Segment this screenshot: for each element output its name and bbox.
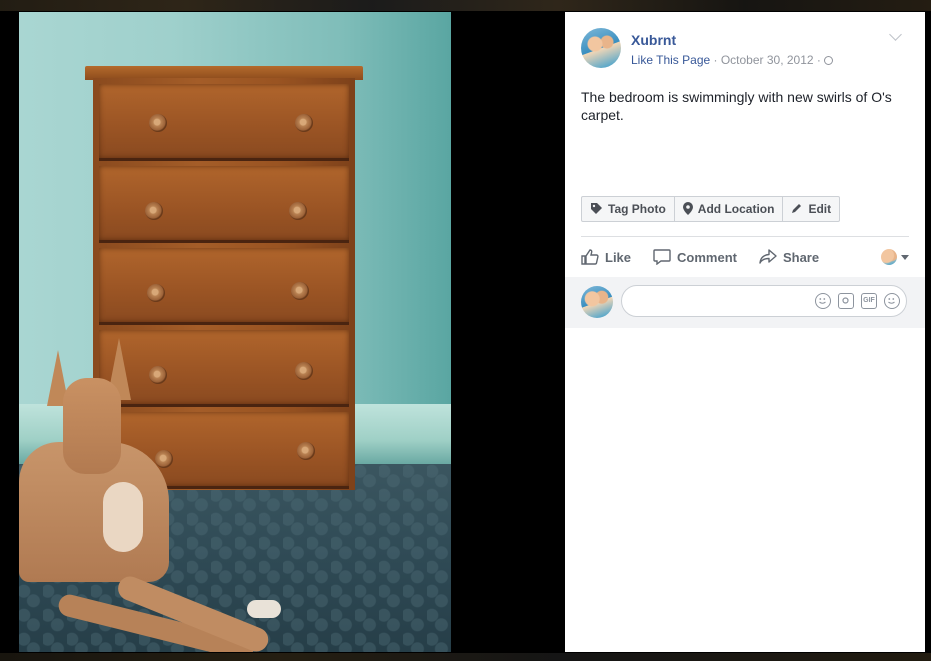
like-button[interactable]: Like: [581, 249, 631, 265]
tag-photo-button[interactable]: Tag Photo: [582, 197, 675, 221]
emoji-icon[interactable]: [815, 293, 831, 309]
photo-dog-head: [63, 378, 121, 474]
actor-selector[interactable]: [881, 249, 909, 265]
comment-composer: GIF: [565, 277, 925, 328]
thumbs-up-icon: [581, 249, 599, 265]
meta-separator: ·: [813, 53, 825, 67]
photo-dresser: [93, 78, 355, 490]
photo-dog-paw: [247, 600, 281, 618]
background-strip-bottom: [0, 653, 931, 661]
meta-separator: ·: [710, 53, 721, 67]
photo-dog-chest: [103, 482, 143, 552]
post-meta: Like This Page · October 30, 2012 ·: [631, 53, 834, 67]
share-label: Share: [782, 249, 820, 265]
edit-label: Edit: [808, 202, 832, 216]
share-button[interactable]: Share: [759, 249, 819, 265]
photo-drawer: [99, 166, 349, 243]
comment-tools: GIF: [815, 293, 900, 309]
tag-icon: [590, 202, 603, 217]
photo-drawer: [99, 330, 349, 407]
page-avatar[interactable]: [581, 28, 621, 68]
like-label: Like: [605, 249, 632, 265]
globe-icon[interactable]: [824, 56, 834, 65]
actor-avatar: [881, 249, 897, 265]
post-photo[interactable]: [19, 12, 451, 652]
photo-drawer: [99, 84, 349, 161]
drawer-knob: [145, 202, 163, 220]
camera-icon[interactable]: [838, 293, 854, 309]
drawer-knob: [155, 450, 173, 468]
comment-button[interactable]: Comment: [653, 249, 737, 266]
comment-label: Comment: [677, 249, 737, 265]
drawer-knob: [147, 284, 165, 302]
drawer-knob: [295, 362, 313, 380]
add-location-button[interactable]: Add Location: [675, 197, 784, 221]
post-date[interactable]: October 30, 2012: [721, 53, 814, 67]
drawer-knob: [295, 114, 313, 132]
post-caption: The bedroom is swimmingly with new swirl…: [581, 89, 892, 123]
tag-photo-label: Tag Photo: [608, 202, 666, 216]
edit-button[interactable]: Edit: [783, 197, 839, 221]
drawer-knob: [291, 282, 309, 300]
commenter-avatar: [581, 286, 613, 318]
post-side-panel: Xubrnt Like This Page · October 30, 2012…: [565, 12, 925, 652]
drawer-knob: [149, 114, 167, 132]
caret-down-icon: [901, 254, 909, 260]
like-page-link[interactable]: Like This Page: [631, 53, 710, 67]
gif-icon[interactable]: GIF: [861, 293, 877, 309]
add-location-label: Add Location: [697, 202, 775, 216]
sticker-icon[interactable]: [884, 293, 900, 309]
drawer-knob: [289, 202, 307, 220]
comment-input[interactable]: GIF: [621, 285, 907, 317]
comment-bubble-icon: [653, 249, 671, 266]
drawer-knob: [297, 442, 315, 460]
background-strip-top: [0, 0, 931, 11]
pencil-icon: [791, 202, 803, 216]
photo-drawer: [99, 248, 349, 325]
photo-action-group: Tag Photo Add Location Edit: [581, 196, 841, 222]
location-pin-icon: [682, 201, 693, 217]
page-name-link[interactable]: Xubrnt: [631, 32, 676, 48]
divider: [581, 236, 909, 237]
share-arrow-icon: [759, 249, 777, 265]
post-actions-bar: Like Comment Share: [581, 244, 909, 270]
drawer-knob: [149, 366, 167, 384]
chevron-down-icon[interactable]: [889, 28, 902, 41]
